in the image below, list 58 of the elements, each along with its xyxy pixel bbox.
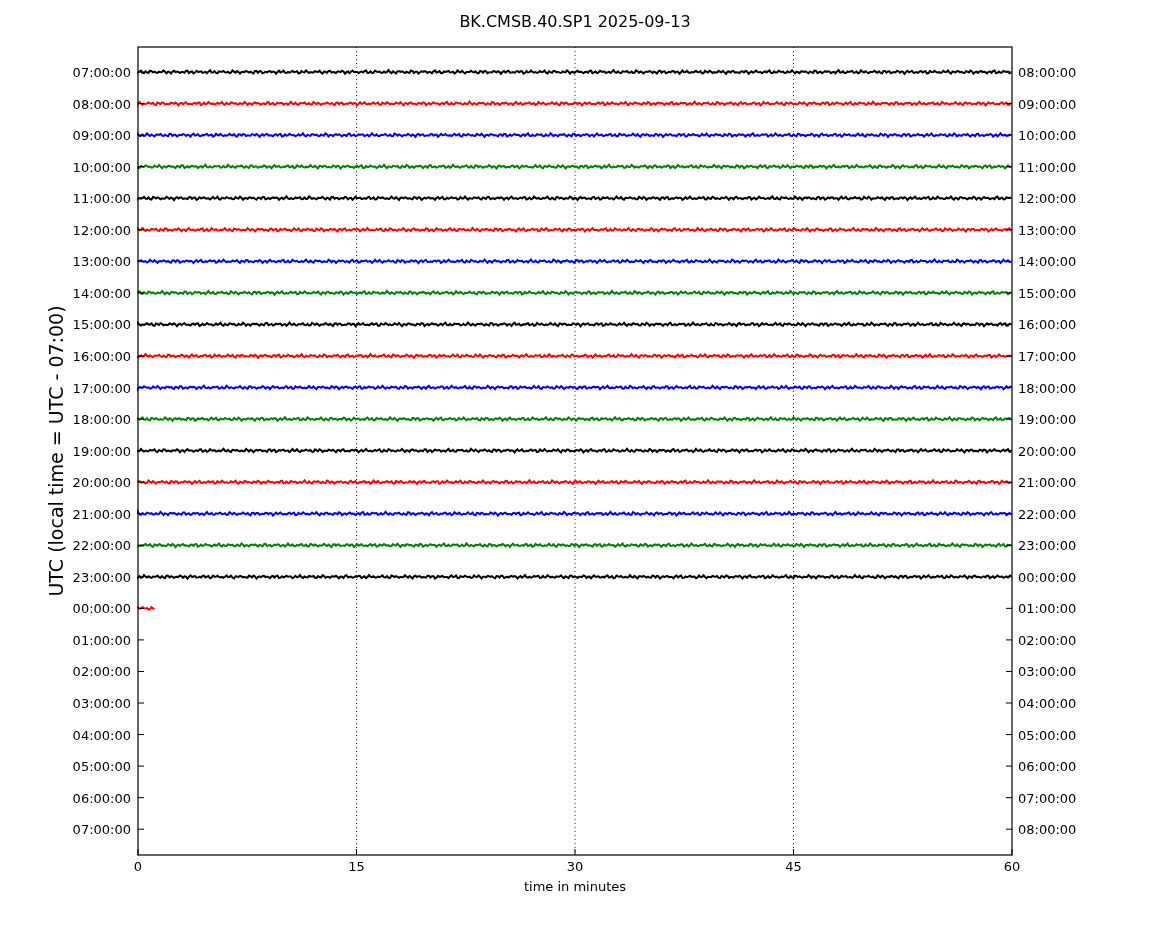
chart-title: BK.CMSB.40.SP1 2025-09-13	[459, 12, 691, 31]
y-tick-label: 06:00:00	[1018, 759, 1077, 775]
y-tick-label: 02:00:00	[1018, 632, 1077, 648]
y-tick-label: 16:00:00	[1018, 317, 1077, 333]
y-tick-label: 23:00:00	[1018, 538, 1077, 554]
y-tick-label: 15:00:00	[72, 317, 131, 333]
y-tick-label: 20:00:00	[72, 475, 131, 491]
y-tick-label: 18:00:00	[72, 412, 131, 428]
y-tick-label: 04:00:00	[1018, 696, 1077, 711]
y-tick-label: 06:00:00	[72, 790, 131, 806]
y-tick-label: 04:00:00	[72, 727, 131, 743]
y-tick-label: 14:00:00	[72, 285, 131, 301]
x-axis-label: time in minutes	[523, 879, 627, 894]
y-tick-label: 11:00:00	[72, 191, 131, 207]
y-tick-label: 19:00:00	[72, 443, 131, 459]
y-tick-label: 22:00:00	[72, 538, 131, 554]
y-tick-label: 23:00:00	[72, 569, 131, 585]
y-tick-label: 22:00:00	[1018, 506, 1077, 522]
y-tick-label: 16:00:00	[72, 348, 131, 364]
y-tick-label: 05:00:00	[72, 759, 131, 775]
y-tick-label: 19:00:00	[1018, 412, 1077, 428]
y-tick-label: 10:00:00	[1018, 128, 1077, 144]
y-tick-label: 11:00:00	[1018, 159, 1077, 175]
y-tick-label: 02:00:00	[72, 664, 131, 680]
x-tick-label: 30	[566, 859, 584, 874]
y-tick-label: 08:00:00	[1018, 822, 1077, 838]
y-tick-label: 17:00:00	[1018, 348, 1077, 364]
x-tick-label: 60	[1003, 859, 1021, 874]
y-tick-label: 17:00:00	[72, 380, 131, 396]
y-tick-label: 20:00:00	[1018, 443, 1077, 459]
y-tick-label: 05:00:00	[1018, 727, 1077, 743]
y-tick-label: 21:00:00	[1018, 475, 1077, 491]
x-tick-label: 15	[348, 859, 365, 874]
y-tick-label: 21:00:00	[72, 506, 131, 522]
y-tick-label: 01:00:00	[1018, 601, 1077, 617]
y-tick-label: 13:00:00	[72, 254, 131, 270]
y-tick-label: 15:00:00	[1018, 285, 1077, 301]
y-tick-label: 18:00:00	[1018, 380, 1077, 396]
y-tick-label: 12:00:00	[1018, 191, 1077, 207]
y-tick-label: 10:00:00	[72, 159, 131, 175]
y-tick-label: 07:00:00	[72, 65, 131, 80]
y-tick-label: 14:00:00	[1018, 254, 1077, 270]
y-tick-label: 13:00:00	[1018, 222, 1077, 238]
y-axis-label: UTC (local time = UTC - 07:00)	[45, 305, 67, 597]
y-tick-label: 09:00:00	[1018, 96, 1077, 112]
y-tick-label: 03:00:00	[1018, 664, 1077, 680]
y-tick-label: 08:00:00	[72, 96, 131, 112]
y-tick-label: 07:00:00	[72, 822, 131, 838]
y-tick-label: 00:00:00	[72, 601, 131, 617]
y-tick-label: 08:00:00	[1018, 65, 1077, 80]
y-tick-label: 00:00:00	[1018, 569, 1077, 585]
x-tick-label: 45	[785, 859, 802, 874]
y-tick-label: 12:00:00	[72, 222, 131, 238]
y-tick-label: 01:00:00	[72, 632, 131, 648]
y-tick-label: 07:00:00	[1018, 790, 1077, 806]
y-tick-label: 09:00:00	[72, 128, 131, 144]
x-tick-label: 0	[133, 859, 143, 874]
y-tick-label: 03:00:00	[72, 696, 131, 711]
